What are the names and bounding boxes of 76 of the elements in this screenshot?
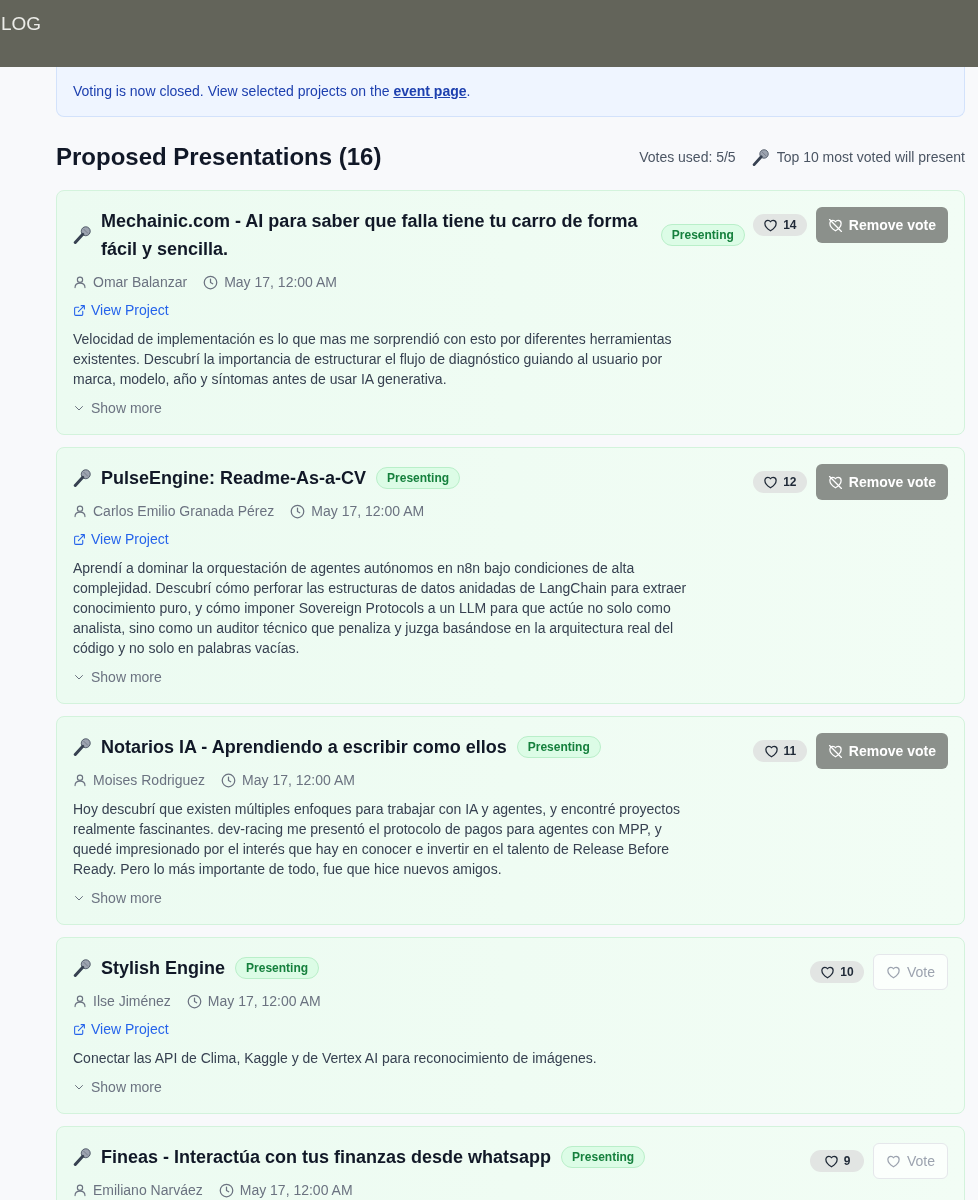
notice-text: Voting is now closed. View selected projects on the event page. — [73, 82, 471, 101]
section-title: Proposed Presentations (16) — [56, 142, 382, 172]
vote-count-pill: 11 — [752, 740, 807, 762]
remove-vote-button[interactable]: Remove vote — [815, 464, 948, 500]
person-icon — [73, 1183, 87, 1197]
microphone-icon — [751, 148, 769, 166]
person-icon — [73, 275, 87, 289]
microphone-icon — [73, 738, 91, 756]
clock-icon — [203, 274, 219, 290]
clock-icon — [221, 772, 237, 788]
vote-count-pill: 9 — [809, 1150, 864, 1172]
clock-icon — [218, 1182, 234, 1198]
voting-rule-text: Top 10 most voted will present — [776, 147, 965, 167]
presentation-description: Hoy descubrí que existen múltiples enfoques para trabajar con IA y agentes, y encontré proyectos realmente fascinantes. dev-racing me presentó el protocolo de pagos para agentes con MPP, y quedé impresionado por el interés que hay en conocer e invertir en el talento de Release Before Ready. Pero lo más importante de todo, fue que hice nuevos amigos. — [73, 800, 682, 879]
author-name: Carlos Emilio Granada Pérez — [93, 502, 275, 521]
heart-icon — [763, 217, 779, 233]
vote-count-pill: 12 — [752, 471, 807, 493]
show-more-button[interactable]: Show more — [73, 1077, 162, 1097]
presentation-date: May 17, 12:00 AM — [311, 502, 425, 521]
crossed-heart-icon — [827, 474, 843, 490]
author-name: Moises Rodriguez — [93, 771, 206, 790]
crossed-heart-icon — [827, 743, 843, 759]
vote-button[interactable]: Vote — [872, 1143, 948, 1179]
presentation-date: May 17, 12:00 AM — [207, 992, 321, 1011]
vote-button[interactable]: Vote — [872, 954, 948, 990]
person-icon — [73, 773, 87, 787]
external-link-icon — [73, 1022, 86, 1036]
vote-count-pill: 14 — [752, 214, 807, 236]
status-badge: Presenting — [376, 467, 461, 489]
presentation-date: May 17, 12:00 AM — [224, 273, 337, 292]
remove-vote-button[interactable]: Remove vote — [815, 733, 948, 769]
heart-icon — [885, 964, 901, 980]
presentation-date: May 17, 12:00 AM — [239, 1181, 353, 1200]
person-icon — [73, 994, 87, 1008]
view-project-link[interactable]: View Project — [73, 529, 169, 549]
heart-icon — [820, 964, 836, 980]
presentation-title: Stylish Engine — [101, 957, 226, 980]
show-more-button[interactable]: Show more — [73, 667, 162, 687]
external-link-icon — [73, 532, 86, 546]
presentation-description: Velocidad de implementación es lo que mas me sorprendió con esto por diferentes herramientas existentes. Descubrí la importancia de estructurar el flujo de diagnóstico guiando al usuario por marca, modelo, año y síntomas antes de usar IA generativa. — [73, 330, 673, 389]
presentation-date: May 17, 12:00 AM — [242, 771, 355, 790]
heart-icon — [823, 1153, 839, 1169]
status-badge: Presenting — [516, 736, 601, 758]
presentation-description: Aprendí a dominar la orquestación de agentes autónomos en n8n bajo condiciones de alta complejidad. Descubrí cómo perforar las estructuras de datos anidadas de LangChain para extraer conocimiento puro, y cómo imponer Sovereign Protocols a un LLM para que actúe no solo como analista, sino como un auditor técnico que penaliza y juzga basándose en la arquitectura real del código y no solo en palabras vacías. — [73, 559, 688, 658]
crossed-heart-icon — [827, 217, 843, 233]
author-name: Emiliano Narváez — [93, 1181, 203, 1200]
heart-icon — [763, 743, 779, 759]
status-badge: Presenting — [561, 1146, 646, 1168]
view-project-link[interactable]: View Project — [73, 300, 169, 320]
presentation-title: Fineas - Interactúa con tus finanzas desde whatsapp — [101, 1146, 552, 1169]
votes-used-text: Votes used: 5/5 — [639, 147, 736, 167]
clock-icon — [290, 503, 306, 519]
show-more-button[interactable]: Show more — [73, 398, 162, 418]
clock-icon — [186, 993, 202, 1009]
person-icon — [73, 504, 87, 518]
author-name: Ilse Jiménez — [93, 992, 171, 1011]
remove-vote-button[interactable]: Remove vote — [815, 207, 948, 243]
external-link-icon — [73, 303, 86, 317]
header-logo-text[interactable]: LOG — [0, 12, 978, 36]
heart-icon — [885, 1153, 901, 1169]
microphone-icon — [73, 469, 91, 487]
status-badge: Presenting — [660, 224, 745, 246]
presentation-title: PulseEngine: Readme-As-a-CV — [101, 467, 367, 490]
presentation-title: Notarios IA - Aprendiendo a escribir como ellos — [101, 736, 507, 759]
author-name: Omar Balanzar — [93, 273, 188, 292]
vote-count-pill: 10 — [809, 961, 864, 983]
microphone-icon — [73, 226, 91, 244]
presentation-description: Conectar las API de Clima, Kaggle y de Vertex AI para reconocimiento de imágenes. — [73, 1049, 598, 1068]
status-badge: Presenting — [235, 957, 320, 979]
show-more-button[interactable]: Show more — [73, 888, 162, 908]
microphone-icon — [73, 959, 91, 977]
heart-icon — [763, 474, 779, 490]
event-page-link[interactable]: event page — [393, 83, 467, 99]
presentation-title: Mechainic.com - AI para saber que falla tiene tu carro de forma fácil y sencilla. — [101, 210, 639, 261]
microphone-icon — [73, 1148, 91, 1166]
view-project-link[interactable]: View Project — [73, 1019, 169, 1039]
